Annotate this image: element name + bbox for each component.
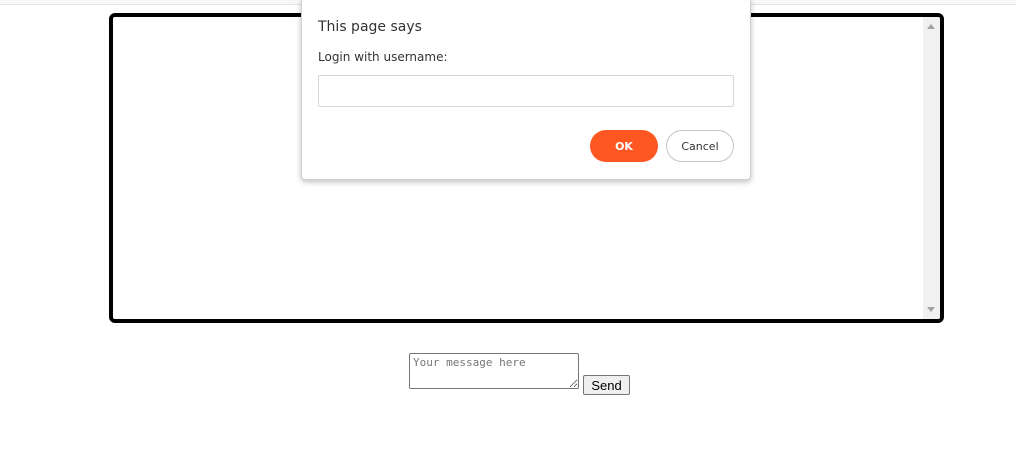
message-input[interactable]	[409, 353, 579, 389]
ok-button[interactable]: OK	[590, 130, 658, 162]
dialog-message: Login with username:	[318, 50, 448, 64]
username-input[interactable]	[318, 75, 734, 107]
send-button[interactable]: Send	[583, 375, 630, 395]
scroll-up-arrow-icon[interactable]	[927, 24, 935, 29]
prompt-dialog: This page says Login with username: OK C…	[301, 0, 751, 180]
chat-scrollbar[interactable]	[923, 17, 940, 319]
dialog-title: This page says	[318, 19, 422, 35]
cancel-button[interactable]: Cancel	[666, 130, 734, 162]
scroll-down-arrow-icon[interactable]	[927, 307, 935, 312]
